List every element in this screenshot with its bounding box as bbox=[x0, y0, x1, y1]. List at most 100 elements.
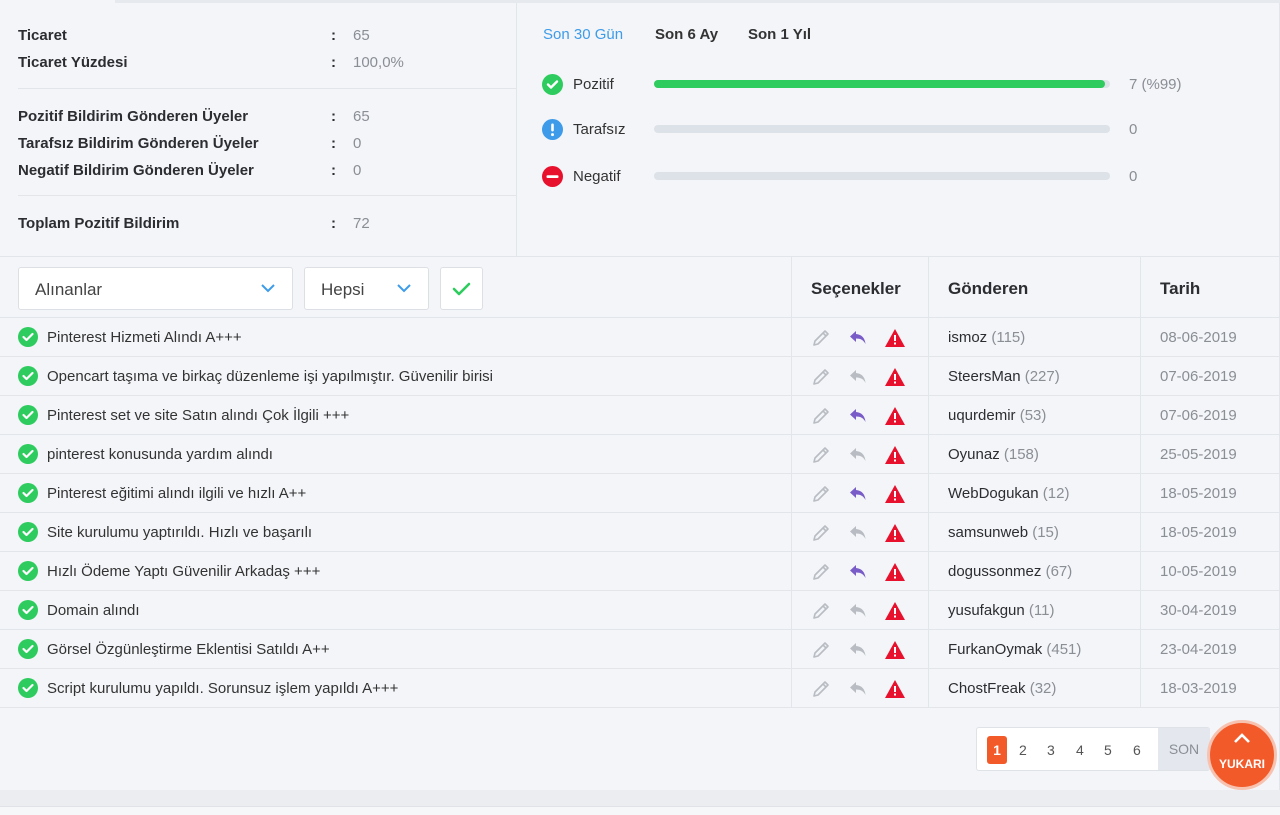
feedback-title[interactable]: Pinterest eğitimi alındı ilgili ve hızlı… bbox=[47, 485, 306, 502]
feedback-title[interactable]: Script kurulumu yapıldı. Sorunsuz işlem … bbox=[47, 680, 398, 697]
stat-colon: : bbox=[331, 215, 336, 232]
warning-triangle-icon[interactable] bbox=[884, 522, 906, 544]
feedback-title[interactable]: pinterest konusunda yardım alındı bbox=[47, 446, 273, 463]
stat-label: Pozitif Bildirim Gönderen Üyeler bbox=[18, 108, 249, 125]
table-row: Opencart taşıma ve birkaç düzenleme işi … bbox=[0, 357, 1280, 396]
rating-label: Negatif bbox=[573, 168, 621, 185]
scroll-to-top-button[interactable]: YUKARI bbox=[1207, 720, 1277, 790]
pencil-icon[interactable] bbox=[810, 444, 832, 466]
warning-triangle-icon[interactable] bbox=[884, 483, 906, 505]
next-panel-edge bbox=[0, 806, 1280, 815]
pencil-icon[interactable] bbox=[810, 366, 832, 388]
date-cell: 23-04-2019 bbox=[1160, 641, 1237, 658]
stat-label: Tarafsız Bildirim Gönderen Üyeler bbox=[18, 135, 259, 152]
scope-filter-select[interactable]: Hepsi bbox=[304, 267, 429, 310]
reply-icon[interactable] bbox=[847, 327, 869, 349]
check-circle-icon bbox=[18, 327, 38, 347]
column-separator bbox=[928, 318, 929, 708]
sender-name[interactable]: dogussonmez bbox=[948, 563, 1041, 580]
feedback-title[interactable]: Hızlı Ödeme Yaptı Güvenilir Arkadaş +++ bbox=[47, 563, 320, 580]
reply-icon[interactable] bbox=[847, 483, 869, 505]
date-cell: 07-06-2019 bbox=[1160, 407, 1237, 424]
check-circle-icon bbox=[542, 74, 563, 95]
sender-rating-count: (11) bbox=[1028, 602, 1055, 619]
rating-count: 0 bbox=[1129, 121, 1138, 138]
warning-triangle-icon[interactable] bbox=[884, 561, 906, 583]
page-1-button[interactable]: 1 bbox=[987, 736, 1007, 764]
page-3-button[interactable]: 3 bbox=[1047, 742, 1055, 758]
reply-icon[interactable] bbox=[847, 405, 869, 427]
check-icon bbox=[452, 282, 471, 296]
reply-icon[interactable] bbox=[847, 522, 869, 544]
reply-icon[interactable] bbox=[847, 366, 869, 388]
pencil-icon[interactable] bbox=[810, 483, 832, 505]
page-4-button[interactable]: 4 bbox=[1076, 742, 1084, 758]
sender-name[interactable]: WebDogukan bbox=[948, 485, 1039, 502]
sender-name[interactable]: FurkanOymak bbox=[948, 641, 1042, 658]
stat-colon: : bbox=[331, 135, 336, 152]
date-cell: 18-05-2019 bbox=[1160, 524, 1237, 541]
rating-negative: Negatif 0 bbox=[542, 166, 1242, 188]
rating-count: 0 bbox=[1129, 168, 1138, 185]
sender-name[interactable]: uqurdemir bbox=[948, 407, 1016, 424]
last-page-button[interactable]: SON bbox=[1158, 728, 1210, 770]
page-2-button[interactable]: 2 bbox=[1019, 742, 1027, 758]
page-5-button[interactable]: 5 bbox=[1104, 742, 1112, 758]
sender-name[interactable]: samsunweb bbox=[948, 524, 1028, 541]
warning-triangle-icon[interactable] bbox=[884, 405, 906, 427]
date-cell: 30-04-2019 bbox=[1160, 602, 1237, 619]
tab-last-30-days[interactable]: Son 30 Gün bbox=[543, 26, 623, 43]
table-row: pinterest konusunda yardım alındı Oyunaz… bbox=[0, 435, 1280, 474]
apply-filter-button[interactable] bbox=[440, 267, 483, 310]
warning-triangle-icon[interactable] bbox=[884, 639, 906, 661]
type-filter-select[interactable]: Alınanlar bbox=[18, 267, 293, 310]
feedback-title[interactable]: Opencart taşıma ve birkaç düzenleme işi … bbox=[47, 368, 493, 385]
sender-name[interactable]: SteersMan bbox=[948, 368, 1021, 385]
warning-triangle-icon[interactable] bbox=[884, 444, 906, 466]
warning-triangle-icon[interactable] bbox=[884, 366, 906, 388]
feedback-title[interactable]: Site kurulumu yaptırıldı. Hızlı ve başar… bbox=[47, 524, 312, 541]
pencil-icon[interactable] bbox=[810, 600, 832, 622]
sender-rating-count: (12) bbox=[1042, 485, 1070, 502]
info-exclamation-icon bbox=[542, 119, 563, 140]
table-row: Görsel Özgünleştirme Eklentisi Satıldı A… bbox=[0, 630, 1280, 669]
reply-icon[interactable] bbox=[847, 600, 869, 622]
stat-value: 100,0% bbox=[353, 54, 404, 71]
warning-triangle-icon[interactable] bbox=[884, 600, 906, 622]
reply-icon[interactable] bbox=[847, 678, 869, 700]
sender-rating-count: (115) bbox=[991, 329, 1026, 346]
date-cell: 08-06-2019 bbox=[1160, 329, 1237, 346]
reply-icon[interactable] bbox=[847, 561, 869, 583]
pencil-icon[interactable] bbox=[810, 327, 832, 349]
pencil-icon[interactable] bbox=[810, 561, 832, 583]
sender-name[interactable]: ChostFreak bbox=[948, 680, 1026, 697]
reply-icon[interactable] bbox=[847, 639, 869, 661]
sender-name[interactable]: ismoz bbox=[948, 329, 987, 346]
tab-last-1-year[interactable]: Son 1 Yıl bbox=[748, 26, 811, 43]
table-row: Pinterest set ve site Satın alındı Çok İ… bbox=[0, 396, 1280, 435]
rating-bar bbox=[654, 80, 1110, 88]
sender-cell: samsunweb (15) bbox=[948, 524, 1059, 541]
divider bbox=[18, 88, 516, 89]
pencil-icon[interactable] bbox=[810, 522, 832, 544]
feedback-title[interactable]: Pinterest set ve site Satın alındı Çok İ… bbox=[47, 407, 349, 424]
stat-neutral-members: Tarafsız Bildirim Gönderen Üyeler : 0 bbox=[18, 135, 508, 157]
feedback-title[interactable]: Görsel Özgünleştirme Eklentisi Satıldı A… bbox=[47, 641, 330, 658]
stat-label: Ticaret bbox=[18, 27, 67, 44]
feedback-title[interactable]: Pinterest Hizmeti Alındı A+++ bbox=[47, 329, 242, 346]
pencil-icon[interactable] bbox=[810, 639, 832, 661]
warning-triangle-icon[interactable] bbox=[884, 678, 906, 700]
pencil-icon[interactable] bbox=[810, 678, 832, 700]
stat-value: 65 bbox=[353, 108, 370, 125]
stat-colon: : bbox=[331, 27, 336, 44]
tab-last-6-months[interactable]: Son 6 Ay bbox=[655, 26, 718, 43]
sender-rating-count: (451) bbox=[1046, 641, 1082, 658]
sender-name[interactable]: yusufakgun bbox=[948, 602, 1025, 619]
feedback-title[interactable]: Domain alındı bbox=[47, 602, 140, 619]
warning-triangle-icon[interactable] bbox=[884, 327, 906, 349]
page-6-button[interactable]: 6 bbox=[1133, 742, 1141, 758]
stat-colon: : bbox=[331, 108, 336, 125]
sender-name[interactable]: Oyunaz bbox=[948, 446, 1000, 463]
reply-icon[interactable] bbox=[847, 444, 869, 466]
pencil-icon[interactable] bbox=[810, 405, 832, 427]
